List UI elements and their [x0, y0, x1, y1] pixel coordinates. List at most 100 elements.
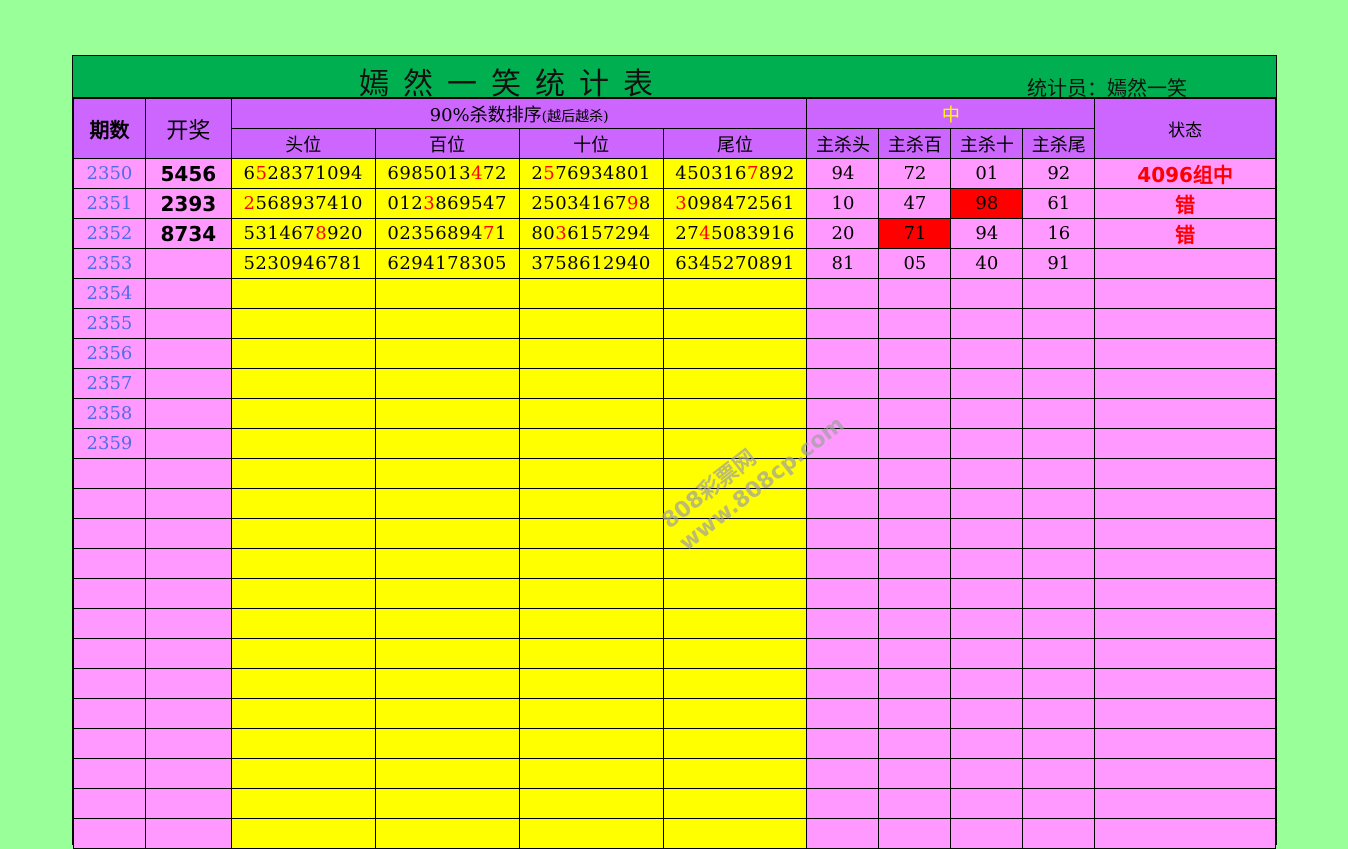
kill-sequence-cell — [662, 788, 808, 819]
draw-cell — [144, 548, 232, 579]
kill-sequence-cell — [230, 368, 376, 399]
header-status: 状态 — [1094, 98, 1276, 159]
draw-cell — [144, 458, 232, 489]
kill-number-cell — [806, 458, 880, 489]
draw-cell: 8734 — [144, 218, 232, 249]
issue-cell — [73, 728, 146, 759]
draw-cell — [144, 368, 232, 399]
kill-number-cell — [1022, 278, 1096, 309]
table-row — [73, 788, 1276, 819]
draw-cell — [144, 248, 232, 279]
draw-cell — [144, 428, 232, 459]
issue-cell: 2355 — [73, 308, 146, 339]
kill-sequence-cell — [374, 728, 520, 759]
draw-cell — [144, 788, 232, 819]
kill-number-cell — [950, 398, 1024, 429]
kill-number-cell: 10 — [806, 188, 880, 219]
kill-sequence-cell — [230, 578, 376, 609]
sequence-digits: 531467 — [243, 223, 316, 244]
kill-sequence-cell — [374, 458, 520, 489]
kill-number-cell — [806, 728, 880, 759]
kill-sequence-cell — [374, 278, 520, 309]
highlight-digit: 5 — [255, 163, 268, 184]
stats-table: 期数 开奖 90%杀数排序(越后越杀) 中 状态 头位 百位 十位 尾位 主杀头 主杀百主… — [73, 98, 1276, 849]
issue-cell: 2353 — [73, 248, 146, 279]
kill-number-cell — [950, 698, 1024, 729]
kill-number-cell — [878, 398, 952, 429]
kill-sequence-cell — [518, 788, 664, 819]
issue-cell: 2357 — [73, 368, 146, 399]
kill-sequence-cell — [518, 458, 664, 489]
status-cell — [1094, 548, 1276, 579]
highlight-digit: 3 — [423, 193, 436, 214]
header-kill-2: 主杀十 — [950, 128, 1024, 159]
header-hit: 中 — [806, 98, 1096, 129]
highlight-digit: 4 — [471, 163, 484, 184]
kill-number-cell — [806, 788, 880, 819]
kill-sequence-cell — [662, 578, 808, 609]
kill-number-cell: 61 — [1022, 188, 1096, 219]
status-cell — [1094, 458, 1276, 489]
kill-number-cell: 81 — [806, 248, 880, 279]
kill-sequence-cell — [374, 308, 520, 339]
highlight-digit: 7 — [746, 163, 759, 184]
sequence-digits: 72 — [483, 163, 507, 184]
kill-number-cell: 72 — [878, 158, 952, 189]
kill-number-cell — [878, 308, 952, 339]
kill-number-cell — [878, 638, 952, 669]
draw-cell — [144, 698, 232, 729]
sequence-digits: 27 — [675, 223, 700, 244]
kill-sequence-cell: 2576934801 — [518, 158, 664, 189]
table-row — [73, 488, 1276, 519]
kill-sequence-cell — [518, 728, 664, 759]
sequence-digits: 450316 — [675, 163, 747, 184]
kill-number-cell: 94 — [806, 158, 880, 189]
kill-number-cell — [806, 338, 880, 369]
status-cell — [1094, 248, 1276, 279]
issue-cell — [73, 488, 146, 519]
kill-sequence-cell — [374, 818, 520, 849]
statistician-label: 统计员：嫣然一笑 — [1027, 76, 1187, 100]
table-row: 2350 5456 6528371094 6985013472 2576934801 45… — [73, 158, 1276, 189]
kill-number-cell — [950, 608, 1024, 639]
status-cell — [1094, 728, 1276, 759]
kill-sequence-cell — [374, 338, 520, 369]
kill-sequence-cell — [518, 368, 664, 399]
kill-sequence-cell — [230, 518, 376, 549]
kill-sequence-cell: 6528371094 — [230, 158, 376, 189]
sequence-digits: 8 — [638, 193, 651, 214]
table-row — [73, 698, 1276, 729]
kill-number-cell — [1022, 428, 1096, 459]
issue-cell — [73, 788, 146, 819]
kill-sequence-cell — [230, 638, 376, 669]
table-row — [73, 758, 1276, 789]
header-kill-0: 主杀头 — [806, 128, 880, 159]
status-cell — [1094, 338, 1276, 369]
header-position-3: 尾位 — [662, 128, 808, 159]
sequence-digits: 920 — [327, 223, 364, 244]
kill-sequence-cell — [374, 398, 520, 429]
kill-sequence-cell — [518, 308, 664, 339]
header-position-2: 十位 — [518, 128, 664, 159]
issue-cell: 2352 — [73, 218, 146, 249]
kill-number-cell: 98 — [950, 188, 1024, 219]
kill-number-cell — [950, 728, 1024, 759]
issue-cell — [73, 518, 146, 549]
header-kill-1: 主杀百 — [878, 128, 952, 159]
kill-number-cell — [806, 818, 880, 849]
header-sort: 90%杀数排序(越后越杀) — [230, 98, 808, 129]
table-row: 2356 — [73, 338, 1276, 369]
header-draw: 开奖 — [144, 98, 232, 159]
table-row — [73, 818, 1276, 849]
kill-number-cell — [806, 698, 880, 729]
kill-number-cell — [878, 698, 952, 729]
sort-title: 90%杀数排序 — [429, 104, 542, 126]
kill-number-cell — [1022, 578, 1096, 609]
kill-number-cell — [878, 608, 952, 639]
kill-number-cell — [878, 548, 952, 579]
kill-sequence-cell: 0123869547 — [374, 188, 520, 219]
issue-cell — [73, 668, 146, 699]
kill-sequence-cell — [518, 338, 664, 369]
highlight-digit: 4 — [699, 223, 712, 244]
table-row — [73, 668, 1276, 699]
